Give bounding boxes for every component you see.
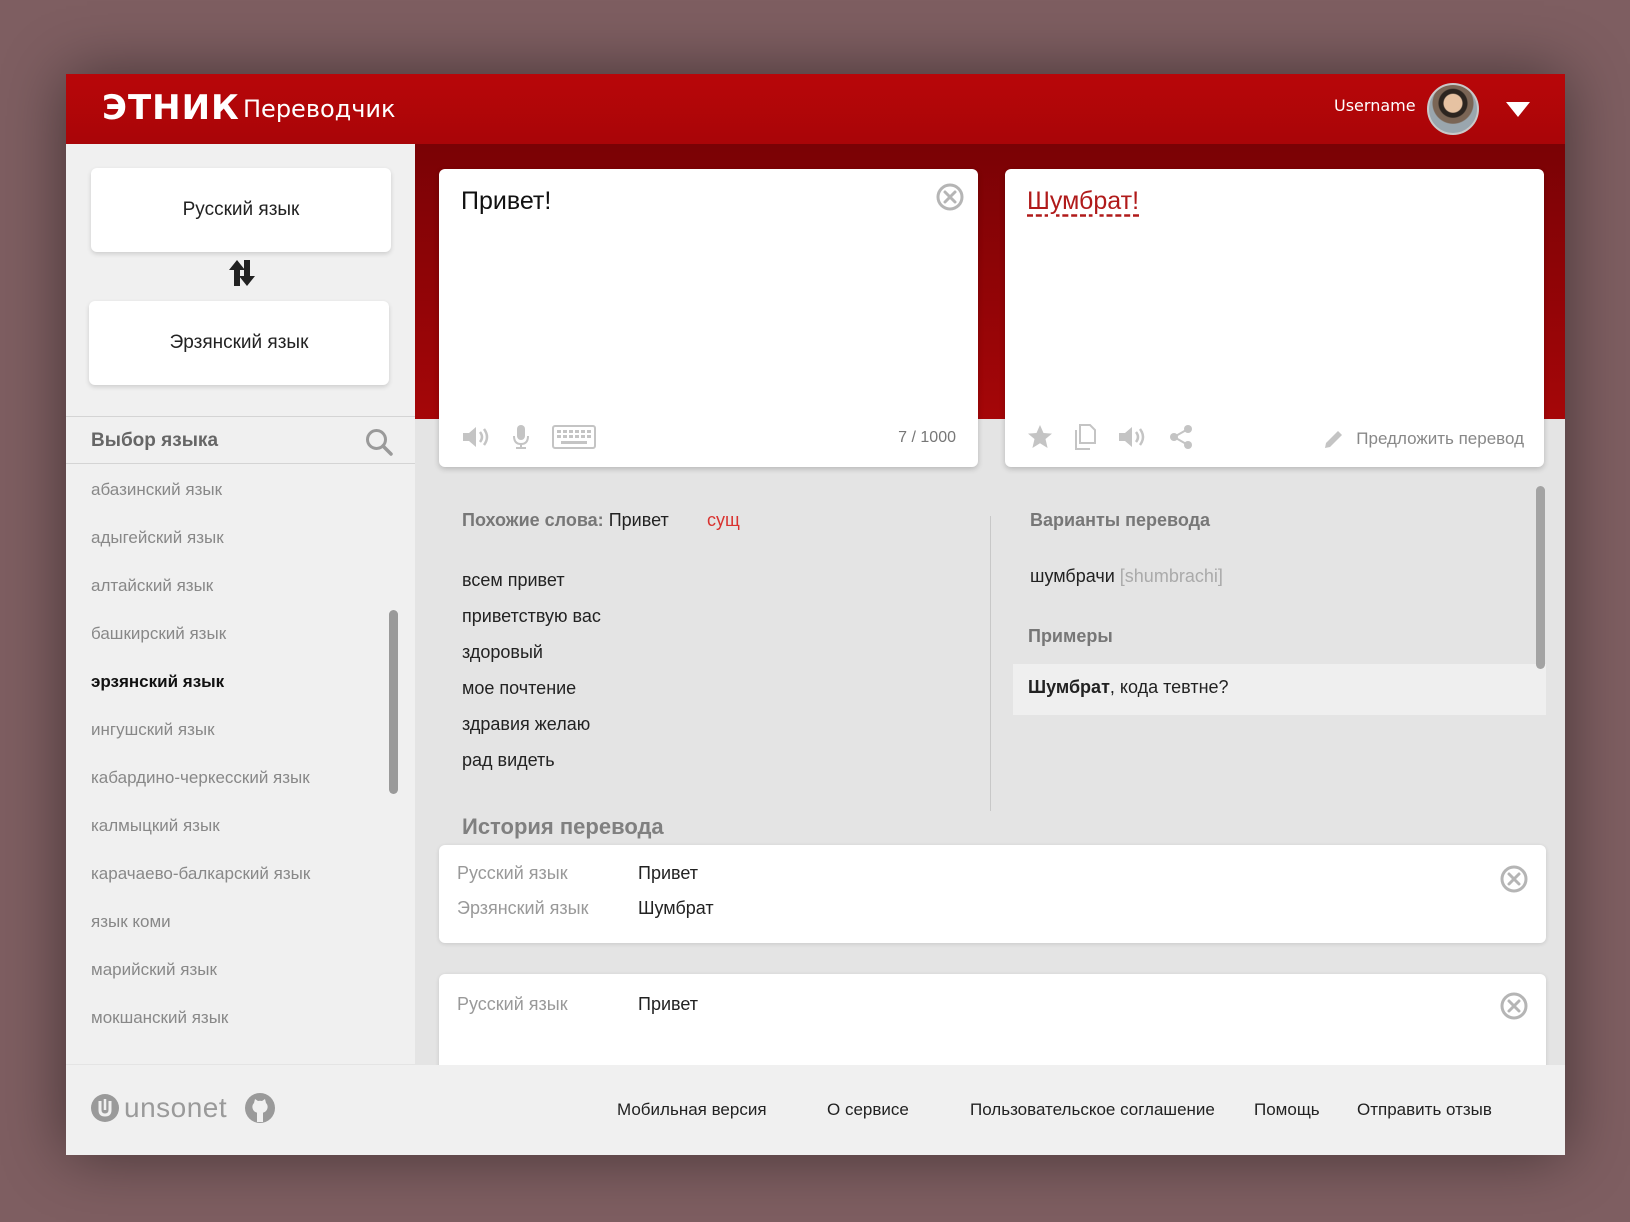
- history-target-word: Шумбрат: [638, 898, 714, 918]
- language-select-title: Выбор языка: [91, 430, 219, 451]
- language-list-item[interactable]: кабардино-черкесский язык: [91, 754, 391, 802]
- similar-words-query: Привет: [608, 510, 669, 530]
- similar-words: Похожие слова: Привет сущ всем привет при…: [462, 510, 942, 770]
- examples-title: Примеры: [1028, 626, 1113, 646]
- variant-word: шумбрачи: [1030, 566, 1115, 586]
- language-list-item[interactable]: калмыцкий язык: [91, 802, 391, 850]
- ethnic-logo[interactable]: ЭТНИК: [102, 88, 240, 128]
- language-list-item[interactable]: карачаево-балкарский язык: [91, 850, 391, 898]
- similar-words-list: всем привет приветствую вас здоровый мое по…: [462, 562, 601, 778]
- username-label[interactable]: Username: [1334, 96, 1416, 116]
- language-list-item[interactable]: абазинский язык: [91, 466, 391, 514]
- translation-variant[interactable]: шумбрачи [shumbrachi]: [1030, 566, 1223, 587]
- history-entry[interactable]: Русский язык Привет Эрзянский язык Шумбр…: [439, 845, 1546, 943]
- example-bold: Шумбрат: [1028, 677, 1110, 697]
- similar-word-item[interactable]: мое почтение: [462, 670, 601, 706]
- translation-output[interactable]: Шумбрат!: [1027, 187, 1139, 216]
- footer-link-agreement[interactable]: Пользовательское соглашение: [970, 1100, 1215, 1120]
- language-select-header: Выбор языка: [66, 416, 415, 464]
- history-source-lang: Русский язык: [457, 863, 568, 883]
- footer-link-feedback[interactable]: Отправить отзыв: [1357, 1100, 1492, 1120]
- translator-window: ЭТНИК Переводчик Username Русский язык Э…: [66, 74, 1565, 1155]
- footer-link-help[interactable]: Помощь: [1254, 1100, 1320, 1120]
- remove-history-icon[interactable]: [1500, 865, 1528, 893]
- part-of-speech-tag: сущ: [707, 510, 740, 530]
- clear-icon[interactable]: [936, 183, 964, 211]
- github-icon[interactable]: [244, 1092, 276, 1124]
- language-list: абазинский язык адыгейский язык алтайский …: [91, 466, 391, 1042]
- app-title: Переводчик: [243, 95, 396, 123]
- language-list-scrollbar[interactable]: [389, 610, 398, 794]
- history-source-lang: Русский язык: [457, 994, 568, 1014]
- unsonet-logo[interactable]: unsonet: [90, 1092, 227, 1124]
- similar-word-item[interactable]: рад видеть: [462, 742, 601, 778]
- similar-word-item[interactable]: всем привет: [462, 562, 601, 598]
- suggest-translation-label: Предложить перевод: [1356, 429, 1524, 448]
- language-list-item[interactable]: ингушский язык: [91, 706, 391, 754]
- similar-word-item[interactable]: здоровый: [462, 634, 601, 670]
- swap-languages-icon[interactable]: [224, 256, 260, 290]
- similar-word-item[interactable]: здравия желаю: [462, 706, 601, 742]
- footer-link-about[interactable]: О сервисе: [827, 1100, 909, 1120]
- app-header: ЭТНИК Переводчик Username: [66, 74, 1565, 144]
- history-target-lang: Эрзянский язык: [457, 898, 589, 918]
- target-panel: Шумбрат! Предложить перевод: [1005, 169, 1544, 467]
- language-list-item[interactable]: эрзянский язык: [91, 658, 391, 706]
- share-icon[interactable]: [1169, 424, 1193, 450]
- search-icon[interactable]: [364, 427, 394, 457]
- history-source-word: Привет: [638, 994, 699, 1014]
- history-entry[interactable]: Русский язык Привет: [439, 974, 1546, 1072]
- similar-words-label: Похожие слова:: [462, 510, 604, 530]
- language-list-item[interactable]: марийский язык: [91, 946, 391, 994]
- user-avatar[interactable]: [1427, 83, 1479, 135]
- similar-word-item[interactable]: приветствую вас: [462, 598, 601, 634]
- unsonet-mark-icon: [91, 1094, 119, 1122]
- character-count: 7 / 1000: [898, 429, 956, 446]
- variant-transliteration: [shumbrachi]: [1119, 566, 1223, 586]
- speaker-icon[interactable]: [1117, 424, 1149, 450]
- section-divider: [990, 516, 991, 811]
- example-rest: , кода тевтне?: [1109, 677, 1229, 697]
- source-text-input[interactable]: Привет!: [461, 187, 551, 216]
- unsonet-wordmark: unsonet: [124, 1092, 228, 1123]
- history-title: История перевода: [462, 814, 664, 839]
- copy-icon[interactable]: [1074, 424, 1096, 450]
- pencil-icon: [1325, 431, 1343, 448]
- footer-link-mobile[interactable]: Мобильная версия: [617, 1100, 767, 1120]
- example-text: Шумбрат, кода тевтне?: [1028, 677, 1229, 698]
- translation-variants-title: Варианты перевода: [1030, 510, 1211, 530]
- details-scrollbar[interactable]: [1536, 486, 1545, 669]
- language-list-item[interactable]: башкирский язык: [91, 610, 391, 658]
- remove-history-icon[interactable]: [1500, 992, 1528, 1020]
- example-item: Шумбрат, кода тевтне?: [1013, 664, 1546, 715]
- language-list-item[interactable]: алтайский язык: [91, 562, 391, 610]
- similar-words-title: Похожие слова: Привет: [462, 510, 942, 531]
- source-language-button[interactable]: Русский язык: [91, 168, 391, 252]
- source-panel: Привет! 7 / 1000: [439, 169, 978, 467]
- sidebar: Русский язык Эрзянский язык Выбор языка …: [66, 144, 415, 1064]
- suggest-translation-button[interactable]: Предложить перевод: [1322, 427, 1524, 451]
- keyboard-icon[interactable]: [552, 424, 596, 450]
- footer: unsonet Мобильная версия О сервисе Польз…: [66, 1065, 1565, 1155]
- language-list-item[interactable]: язык коми: [91, 898, 391, 946]
- history-source-word: Привет: [638, 863, 699, 883]
- speaker-icon[interactable]: [461, 424, 493, 450]
- language-list-item[interactable]: адыгейский язык: [91, 514, 391, 562]
- language-list-item[interactable]: мокшанский язык: [91, 994, 391, 1042]
- microphone-icon[interactable]: [511, 424, 531, 450]
- target-language-button[interactable]: Эрзянский язык: [89, 301, 389, 385]
- star-icon[interactable]: [1027, 424, 1053, 450]
- chevron-down-icon[interactable]: [1506, 102, 1530, 117]
